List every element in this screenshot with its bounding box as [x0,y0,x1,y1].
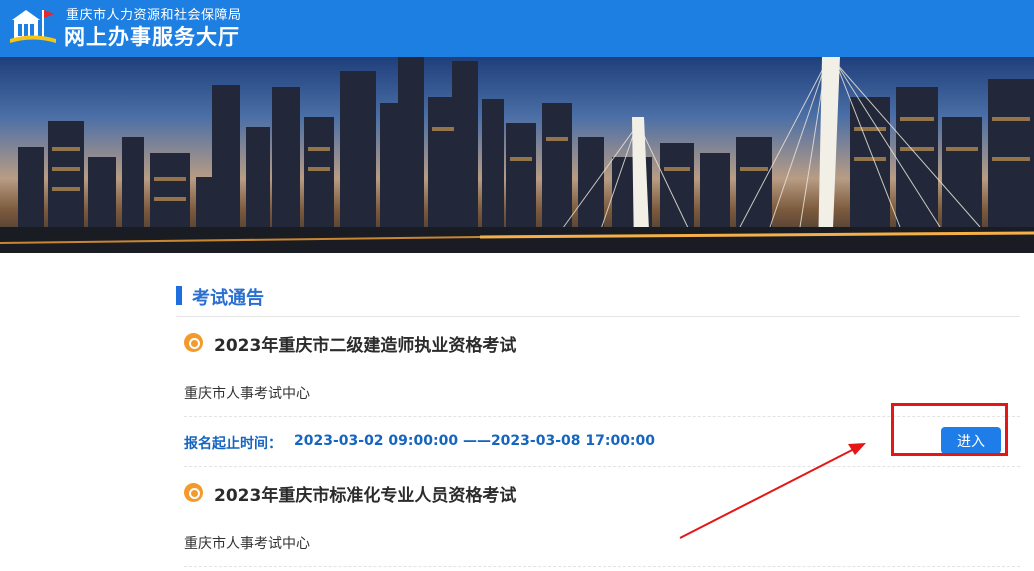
registration-time-value: 2023-03-02 09:00:00 ——2023-03-08 17:00:0… [294,433,656,449]
exam-organizer: 重庆市人事考试中心 [184,386,310,402]
site-header: 重庆市人力资源和社会保障局 网上办事服务大厅 [0,0,1034,57]
exam-title[interactable]: 2023年重庆市二级建造师执业资格考试 [214,331,516,356]
building-flag-logo [10,10,56,43]
exam-organizer: 重庆市人事考试中心 [184,536,310,552]
banner-skyline-image [0,57,1034,253]
section-title-accent [176,286,182,305]
exam-title[interactable]: 2023年重庆市标准化专业人员资格考试 [214,481,516,506]
row-divider [184,566,1020,567]
hall-name: 网上办事服务大厅 [64,25,240,49]
bullet-icon [184,483,203,502]
section-title: 考试通告 [192,288,264,309]
highlight-box [891,403,1008,456]
registration-time-label: 报名起止时间： [184,436,282,452]
row-divider [184,466,1020,467]
bullet-icon [184,333,203,352]
section-divider [176,316,1020,317]
